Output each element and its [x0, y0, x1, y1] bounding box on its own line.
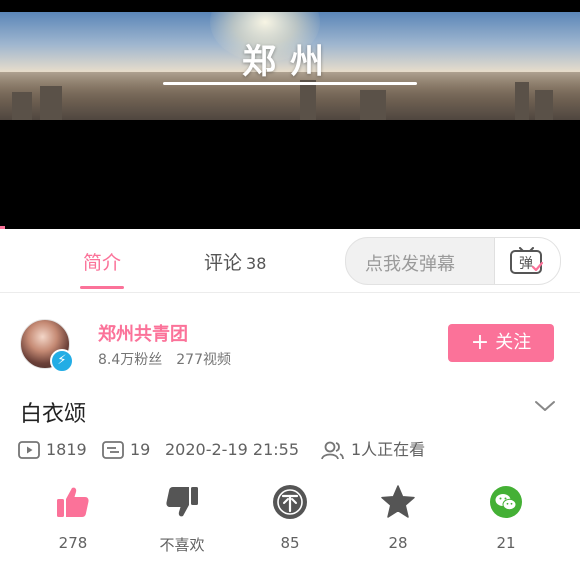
tab-intro[interactable]: 简介: [72, 248, 132, 275]
player-letterbox[interactable]: [0, 120, 580, 229]
danmu-input[interactable]: 点我发弹幕 弹: [345, 237, 561, 285]
publish-date: 2020-2-19 21:55: [165, 440, 299, 459]
danmu-toggle-button[interactable]: 弹: [495, 238, 560, 284]
building: [535, 90, 553, 120]
building: [12, 92, 32, 120]
danmu-glyph: 弹: [519, 256, 533, 272]
danmu-placeholder: 点我发弹幕: [365, 254, 455, 275]
coin-count: 85: [280, 534, 300, 552]
status-bar: [0, 0, 580, 12]
banner-title: 郑州: [242, 42, 338, 82]
thumbs-down-icon: [166, 487, 198, 517]
share-button[interactable]: 21: [461, 484, 551, 552]
uploader-videos: 277视频: [176, 352, 231, 368]
uploader-fans: 8.4万粉丝: [98, 352, 163, 368]
tab-comments-count: 38: [246, 254, 267, 273]
favorite-count: 28: [388, 534, 408, 552]
like-button[interactable]: 278: [28, 484, 118, 552]
viewers-icon: [321, 441, 344, 460]
tab-comments-label: 评论: [204, 252, 243, 274]
banner-title-underline: [163, 82, 417, 85]
follow-label: 关注: [495, 332, 532, 353]
building: [360, 90, 386, 120]
tab-active-indicator: [80, 286, 124, 289]
play-count-icon: [18, 441, 40, 459]
danmu-icon: 弹: [510, 247, 544, 274]
dislike-button[interactable]: 不喜欢: [137, 484, 227, 555]
danmaku-count-icon: [102, 441, 124, 459]
wechat-icon: [490, 486, 522, 518]
uploader-name[interactable]: 郑州共青团: [98, 320, 188, 346]
follow-button[interactable]: + 关注: [448, 324, 554, 362]
action-bar: 278 不喜欢 85 28 21: [0, 484, 580, 564]
tab-bar: 简介 评论 38 点我发弹幕 弹: [0, 230, 580, 293]
building: [515, 82, 529, 120]
chevron-down-icon[interactable]: [534, 399, 556, 413]
building: [40, 86, 62, 120]
watching-now: 1人正在看: [351, 440, 426, 459]
like-count: 278: [58, 534, 88, 552]
video-player[interactable]: 郑州: [0, 12, 580, 120]
dislike-label: 不喜欢: [159, 536, 205, 554]
progress-bar[interactable]: [0, 226, 5, 229]
thumbs-up-icon: [57, 487, 89, 517]
star-icon: [381, 485, 415, 518]
coin-button[interactable]: 85: [245, 484, 335, 552]
video-title: 白衣颂: [20, 402, 87, 427]
play-count: 1819: [46, 440, 87, 459]
uploader-stats: 8.4万粉丝 277视频: [98, 349, 231, 369]
verified-badge-icon: ⚡: [50, 349, 74, 373]
building: [300, 80, 316, 120]
tab-comments[interactable]: 评论 38: [204, 248, 266, 275]
share-count: 21: [496, 534, 516, 552]
coin-icon: [273, 485, 307, 519]
plus-icon: +: [470, 330, 490, 355]
favorite-button[interactable]: 28: [353, 484, 443, 552]
danmaku-count: 19: [130, 440, 151, 459]
